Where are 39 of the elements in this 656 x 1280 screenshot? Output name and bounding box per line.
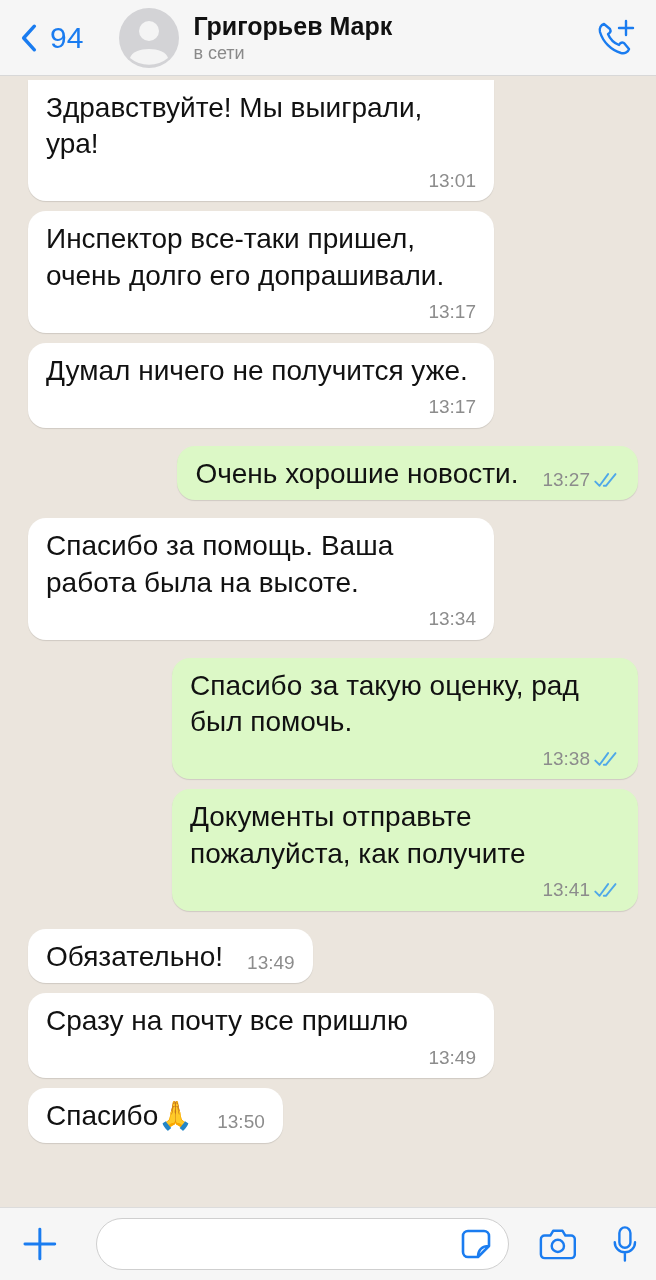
message-time: 13:41: [542, 878, 590, 903]
message-bubble[interactable]: Сразу на почту все пришлю 13:49: [28, 993, 494, 1079]
message-time: 13:17: [428, 395, 476, 420]
message-bubble[interactable]: Думал ничего не получится уже. 13:17: [28, 342, 494, 428]
microphone-icon[interactable]: [612, 1224, 638, 1264]
message-bubble[interactable]: Документы отправьте пожалуйста, как получите 13:41: [172, 789, 638, 911]
message-text: Обязательно!: [46, 939, 224, 974]
message-time: 13:38: [542, 746, 590, 771]
message-input-field[interactable]: [95, 1218, 509, 1270]
message-bubble[interactable]: Здравствуйте! Мы выиграли, ура! 13:01: [28, 80, 494, 202]
message-bubble[interactable]: Обязательно! 13:49: [28, 928, 313, 984]
message-time: 13:01: [428, 168, 476, 193]
sticker-icon[interactable]: [459, 1228, 492, 1260]
back-chevron-icon: [20, 22, 38, 53]
message-bubble[interactable]: Спасибо за такую оценку, рад был помочь. 13:38: [172, 657, 638, 780]
message-time: 13:49: [247, 950, 295, 975]
message-text: Инспектор все-таки пришел, очень долго его допрашивали.: [46, 222, 446, 293]
plus-icon[interactable]: [22, 1226, 58, 1262]
message-text: Здравствуйте! Мы выиграли, ура!: [46, 91, 424, 162]
message-bubble[interactable]: Очень хорошие новости. 13:27: [177, 446, 638, 501]
camera-icon[interactable]: [538, 1227, 577, 1261]
message-text: Спасибо за помощь. Ваша работа была на высоте.: [46, 529, 395, 600]
message-text: Спасибо🙏: [46, 1099, 194, 1134]
message-time: 13:17: [428, 300, 476, 325]
back-button[interactable]: 94: [20, 20, 84, 55]
message-bubble[interactable]: Инспектор все-таки пришел, очень долго его допрашивали. 13:17: [28, 211, 494, 333]
message-text: Думал ничего не получится уже.: [46, 353, 468, 388]
message-bubble[interactable]: Спасибо🙏 13:50: [28, 1088, 283, 1143]
message-time: 13:49: [428, 1045, 476, 1070]
message-time: 13:34: [428, 607, 476, 632]
message-text: Спасибо за такую оценку, рад был помочь.: [190, 668, 580, 740]
message-text: Сразу на почту все пришлю: [46, 1004, 408, 1039]
contact-status: в сети: [193, 42, 246, 64]
message-text: Документы отправьте пожалуйста, как получите: [190, 800, 527, 871]
contact-name[interactable]: Григорьев Марк: [193, 11, 596, 41]
message-text: Очень хорошие новости.: [195, 457, 519, 491]
message-time: 13:50: [217, 1110, 265, 1134]
message-time: 13:27: [542, 467, 590, 492]
message-bubble[interactable]: Спасибо за помощь. Ваша работа была на высоте. 13:34: [28, 518, 494, 640]
